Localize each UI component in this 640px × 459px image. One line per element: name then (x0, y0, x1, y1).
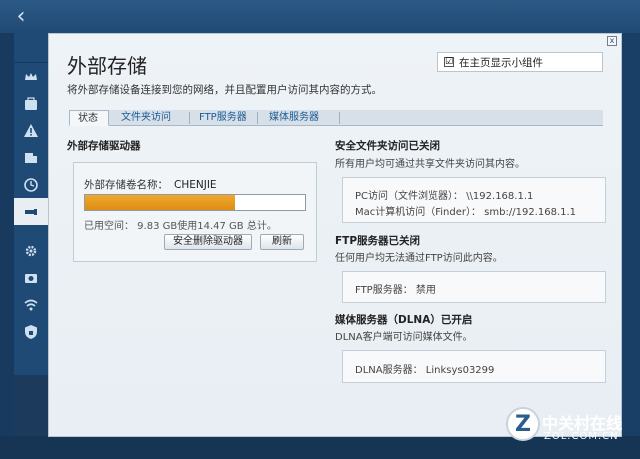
drive-panel: 外部存储卷名称： CHENJIE 已用空间： 9.83 GB使用14.47 GB … (73, 162, 317, 262)
storage-progress-bar (84, 194, 306, 211)
tab-separator (339, 112, 340, 124)
sidebar-spacer (14, 33, 48, 63)
shield-icon (25, 324, 37, 339)
gear-icon (25, 245, 37, 256)
show-widget-label: 在主页显示小组件 (459, 56, 543, 69)
tab-status[interactable]: 状态 (69, 110, 109, 126)
zol-logo: Z (506, 407, 540, 441)
page-subtitle: 将外部存储设备连接到您的网络，并且配置用户访问其内容的方式。 (67, 84, 382, 96)
refresh-button[interactable]: 刷新 (260, 234, 304, 250)
drive-name-value: CHENJIE (174, 179, 217, 191)
drive-name-label: 外部存储卷名称： (84, 179, 168, 191)
zol-watermark: Z 中关村在线 ZOL.COM.CN (506, 407, 634, 451)
secure-access-title: 安全文件夹访问已关闭 (335, 140, 440, 152)
sidebar-item-alerts[interactable] (14, 117, 48, 144)
sidebar-item-tools[interactable] (14, 90, 48, 117)
tab-media-server[interactable]: 媒体服务器 (261, 110, 327, 126)
warning-icon (24, 123, 38, 137)
toolbox-icon (25, 96, 37, 110)
safe-remove-button[interactable]: 安全删除驱动器 (164, 234, 252, 250)
dlna-desc: DLNA客户端可访问媒体文件。 (335, 332, 473, 343)
sidebar-item-widgets[interactable] (14, 63, 48, 90)
clock-icon (24, 177, 38, 192)
sidebar-separator (14, 225, 48, 237)
external-storage-dialog: x 外部存储 将外部存储设备连接到您的网络，并且配置用户访问其内容的方式。 ☑ … (48, 33, 622, 437)
watermark-en: ZOL.COM.CN (544, 431, 619, 442)
wifi-icon (24, 299, 38, 310)
page-title: 外部存储 (67, 54, 147, 78)
dlna-title: 媒体服务器（DLNA）已开启 (335, 314, 473, 326)
left-rail (0, 33, 14, 459)
secure-access-info: PC访问（文件浏览器）： \\192.168.1.1 Mac计算机访问（Find… (342, 177, 606, 223)
sidebar-item-devices[interactable] (14, 144, 48, 171)
storage-usage-text: 已用空间： 9.83 GB使用14.47 GB 总计。 (84, 221, 277, 232)
sidebar (14, 33, 48, 375)
show-widget-checkbox[interactable]: ☑ (444, 57, 454, 67)
mac-access-line: Mac计算机访问（Finder）： smb://192.168.1.1 (355, 207, 577, 218)
show-widget-toggle[interactable]: ☑ 在主页显示小组件 (437, 52, 603, 72)
crown-icon (25, 72, 37, 80)
tab-bar: 状态 文件夹访问 FTP服务器 媒体服务器 (69, 110, 603, 126)
secure-access-desc: 所有用户均可通过共享文件夹访问其内容。 (335, 159, 525, 170)
sidebar-item-media[interactable] (14, 264, 48, 291)
tab-ftp-server[interactable]: FTP服务器 (191, 110, 255, 126)
zol-logo-letter: Z (515, 412, 531, 437)
sidebar-item-external-storage[interactable] (14, 198, 48, 225)
dlna-server-line: DLNA服务器： Linksys03299 (355, 365, 495, 376)
usb-icon (25, 208, 37, 215)
right-edge (622, 33, 640, 459)
back-button[interactable]: ‹ (8, 4, 34, 30)
pc-access-line: PC访问（文件浏览器）： \\192.168.1.1 (355, 191, 534, 202)
dlna-info: DLNA服务器： Linksys03299 (342, 350, 606, 383)
ftp-info: FTP服务器： 禁用 (342, 271, 606, 303)
drive-section-title: 外部存储驱动器 (67, 140, 141, 152)
sidebar-item-settings[interactable] (14, 237, 48, 264)
camera-icon (25, 273, 37, 283)
sidebar-item-security[interactable] (14, 318, 48, 345)
sidebar-item-wireless[interactable] (14, 291, 48, 318)
tab-folder-access[interactable]: 文件夹访问 (113, 110, 179, 126)
drive-name: 外部存储卷名称： CHENJIE (84, 177, 217, 192)
storage-progress-fill (85, 195, 235, 210)
ftp-status-line: FTP服务器： 禁用 (355, 285, 436, 296)
app-header (0, 0, 640, 33)
sidebar-item-schedule[interactable] (14, 171, 48, 198)
tab-separator (189, 112, 190, 124)
close-button[interactable]: x (607, 36, 617, 46)
tab-separator (257, 112, 258, 124)
devices-icon (25, 152, 37, 163)
ftp-desc: 任何用户均无法通过FTP访问此内容。 (335, 253, 503, 264)
ftp-title: FTP服务器已关闭 (335, 235, 421, 247)
